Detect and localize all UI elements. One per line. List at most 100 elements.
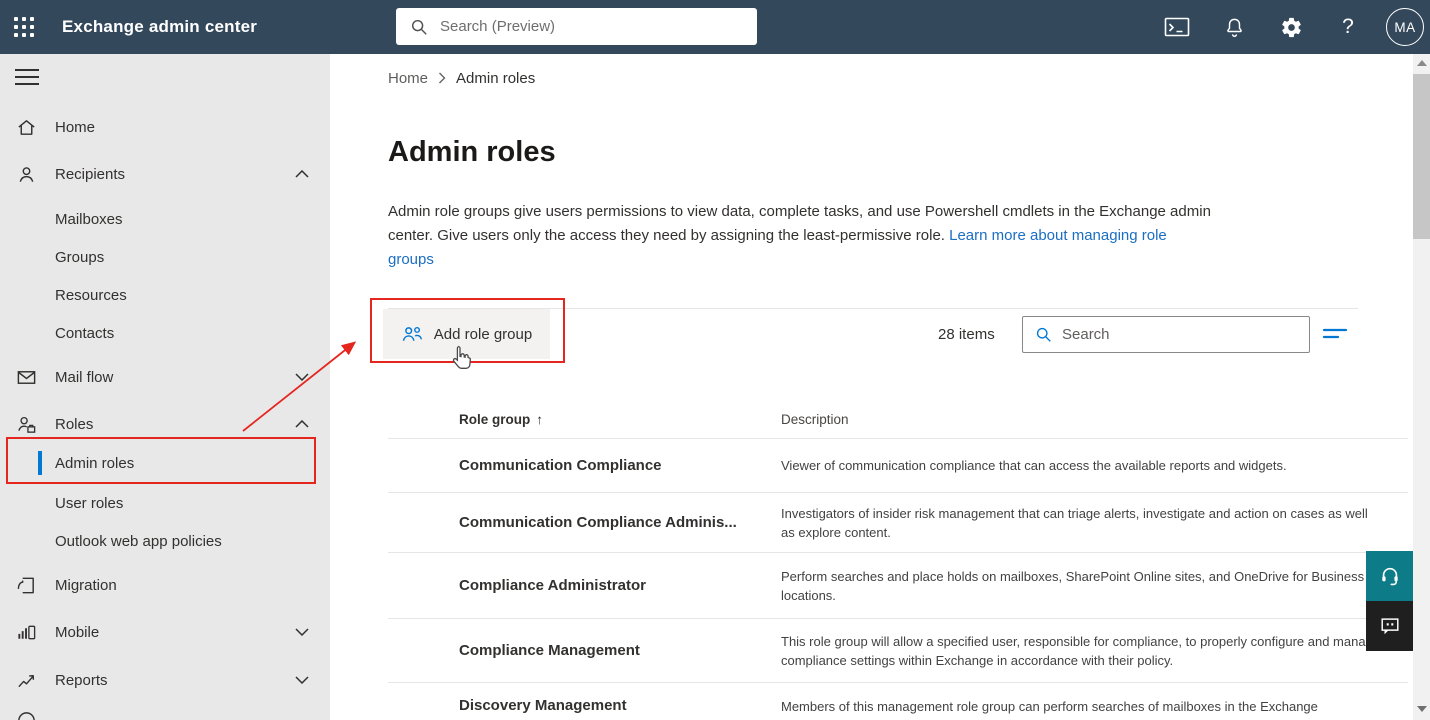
page-title: Admin roles [388, 136, 556, 169]
left-navigation: Home Recipients Mailboxes Groups Resourc… [0, 54, 330, 720]
scroll-up-arrow[interactable] [1417, 60, 1427, 66]
sidebar-item-migration[interactable]: Migration [0, 562, 330, 608]
role-group-description: Members of this management role group ca… [781, 683, 1408, 720]
chevron-down-icon[interactable] [295, 628, 309, 636]
add-role-group-label: Add role group [434, 326, 532, 343]
feedback-chat-icon [1379, 615, 1401, 637]
role-group-description: Viewer of communication compliance that … [781, 439, 1408, 492]
column-header-description[interactable]: Description [781, 412, 1408, 427]
table-row[interactable]: Communication Compliance Adminis... Inve… [388, 492, 1408, 552]
waffle-icon[interactable] [13, 16, 35, 38]
headset-icon [1379, 565, 1401, 587]
sidebar-item-user-roles[interactable]: User roles [0, 484, 330, 522]
role-group-description: Investigators of insider risk management… [781, 493, 1408, 552]
chevron-down-icon[interactable] [295, 373, 309, 381]
sidebar-item-label: Home [55, 119, 95, 136]
sidebar-item-resources[interactable]: Resources [0, 276, 330, 314]
chevron-right-icon [438, 72, 446, 84]
role-group-name: Communication Compliance [388, 439, 781, 492]
sidebar-item-groups[interactable]: Groups [0, 238, 330, 276]
search-icon [1035, 326, 1052, 343]
sidebar-item-mobile[interactable]: Mobile [0, 609, 330, 655]
sidebar-item-home[interactable]: Home [0, 104, 330, 150]
settings-circle-icon-partial [16, 710, 37, 720]
breadcrumb-current: Admin roles [456, 70, 535, 87]
role-group-name: Compliance Management [388, 619, 781, 682]
help-icon[interactable]: ? [1328, 0, 1368, 54]
sidebar-item-label: Recipients [55, 166, 125, 183]
account-avatar[interactable]: MA [1386, 8, 1424, 46]
sidebar-item-label: Groups [55, 249, 104, 266]
sidebar-item-admin-roles[interactable]: Admin roles [0, 442, 330, 484]
vertical-scrollbar[interactable] [1413, 54, 1430, 720]
line-chart-icon [16, 669, 38, 691]
table-row[interactable]: Compliance Administrator Perform searche… [388, 552, 1408, 618]
sidebar-item-label: Mobile [55, 624, 99, 641]
sidebar-item-label: Contacts [55, 325, 114, 342]
chevron-down-icon[interactable] [295, 676, 309, 684]
sidebar-item-label: Outlook web app policies [55, 533, 222, 550]
powershell-icon[interactable] [1157, 0, 1197, 54]
sidebar-item-owa-policies[interactable]: Outlook web app policies [0, 522, 330, 560]
sidebar-item-label: User roles [55, 495, 123, 512]
sort-ascending-icon: ↑ [536, 412, 543, 427]
table-search[interactable] [1022, 316, 1310, 353]
sidebar-item-label: Reports [55, 672, 108, 689]
person-briefcase-icon [16, 413, 38, 435]
breadcrumb: Home Admin roles [388, 66, 535, 90]
app-title: Exchange admin center [62, 0, 257, 54]
sidebar-item-label: Mailboxes [55, 211, 123, 228]
scrollbar-thumb[interactable] [1413, 74, 1430, 239]
sidebar-item-label: Mail flow [55, 369, 113, 386]
migration-icon [16, 574, 38, 596]
top-app-bar: Exchange admin center ? MA [0, 0, 1430, 54]
mail-icon [16, 366, 38, 388]
role-group-description: Perform searches and place holds on mail… [781, 553, 1408, 618]
search-icon [410, 18, 428, 36]
feedback-button[interactable] [1366, 601, 1413, 651]
sidebar-item-label: Roles [55, 416, 93, 433]
sidebar-item-mail-flow[interactable]: Mail flow [0, 354, 330, 400]
sidebar-item-contacts[interactable]: Contacts [0, 314, 330, 352]
filter-icon[interactable] [1322, 324, 1348, 344]
role-group-header-label: Role group [459, 412, 530, 427]
table-row[interactable]: Communication Compliance Viewer of commu… [388, 438, 1408, 492]
roles-table: Role group ↑ Description Communication Co… [388, 400, 1408, 720]
sidebar-item-recipients[interactable]: Recipients [0, 151, 330, 197]
table-row[interactable]: Compliance Management This role group wi… [388, 618, 1408, 682]
role-group-name: Discovery Management [388, 683, 781, 720]
breadcrumb-home-link[interactable]: Home [388, 70, 428, 87]
table-row[interactable]: Discovery Management Members of this man… [388, 682, 1408, 720]
chevron-up-icon[interactable] [295, 420, 309, 428]
help-glyph: ? [1342, 15, 1354, 39]
role-group-name: Communication Compliance Adminis... [388, 493, 781, 552]
support-button[interactable] [1366, 551, 1413, 601]
table-header-row: Role group ↑ Description [388, 400, 1408, 438]
global-search-input[interactable] [440, 18, 730, 35]
add-group-people-icon [401, 325, 424, 344]
selected-indicator [38, 451, 42, 475]
avatar-initials: MA [1394, 20, 1415, 35]
person-icon [16, 163, 38, 185]
table-search-input[interactable] [1062, 326, 1292, 343]
global-search[interactable] [396, 8, 757, 45]
notifications-bell-icon[interactable] [1214, 0, 1254, 54]
role-group-description: This role group will allow a specified u… [781, 619, 1408, 682]
page-description: Admin role groups give users permissions… [388, 200, 1216, 272]
settings-gear-icon[interactable] [1271, 0, 1311, 54]
scroll-down-arrow[interactable] [1417, 706, 1427, 712]
mobile-stats-icon [16, 621, 38, 643]
description-header-label: Description [781, 412, 849, 427]
home-icon [16, 116, 38, 138]
items-count: 28 items [938, 309, 995, 359]
sidebar-item-roles[interactable]: Roles [0, 401, 330, 447]
role-group-name: Compliance Administrator [388, 553, 781, 618]
sidebar-item-label: Migration [55, 577, 117, 594]
add-role-group-button[interactable]: Add role group [383, 309, 550, 359]
chevron-up-icon[interactable] [295, 170, 309, 178]
sidebar-item-label: Resources [55, 287, 127, 304]
column-header-role-group[interactable]: Role group ↑ [388, 412, 781, 427]
menu-toggle-icon[interactable] [14, 66, 40, 88]
sidebar-item-reports[interactable]: Reports [0, 657, 330, 703]
sidebar-item-mailboxes[interactable]: Mailboxes [0, 200, 330, 238]
